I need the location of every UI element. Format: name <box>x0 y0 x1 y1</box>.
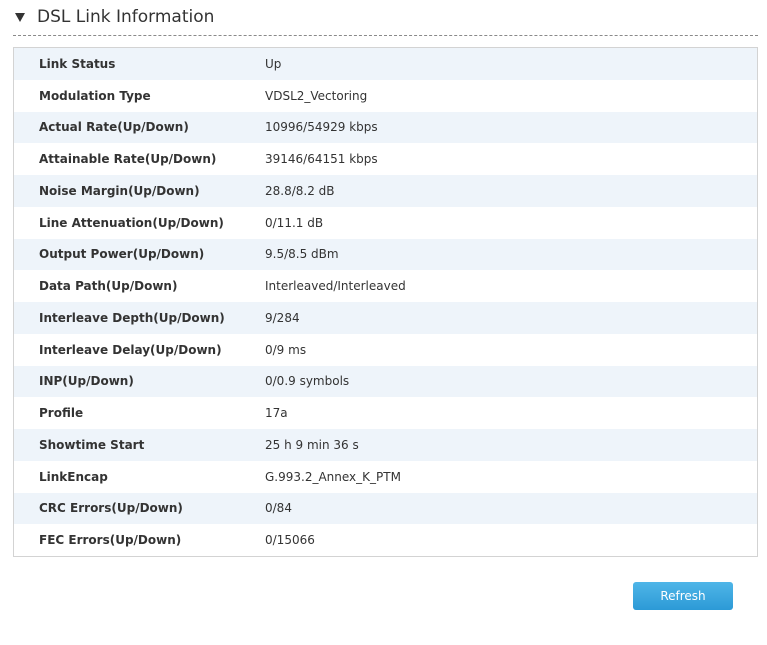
row-label: Interleave Delay(Up/Down) <box>39 342 222 357</box>
row-label: FEC Errors(Up/Down) <box>39 533 182 548</box>
row-label: Noise Margin(Up/Down) <box>39 183 200 198</box>
refresh-button[interactable]: Refresh <box>633 582 733 610</box>
row-label: Actual Rate(Up/Down) <box>39 120 189 135</box>
table-row: Showtime Start 25 h 9 min 36 s <box>14 429 757 461</box>
row-label: Link Status <box>39 56 116 71</box>
table-row: Interleave Depth(Up/Down) 9/284 <box>14 302 757 334</box>
row-value: 0/9 ms <box>265 342 307 357</box>
row-label: Line Attenuation(Up/Down) <box>39 215 224 230</box>
row-label: CRC Errors(Up/Down) <box>39 501 183 516</box>
table-row: Line Attenuation(Up/Down) 0/11.1 dB <box>14 206 757 239</box>
table-row: CRC Errors(Up/Down) 0/84 <box>14 492 757 525</box>
row-label: Output Power(Up/Down) <box>39 247 205 262</box>
row-value: 9.5/8.5 dBm <box>265 247 339 262</box>
dsl-info-table: Link Status Up Modulation Type VDSL2_Vec… <box>13 47 758 557</box>
row-value: 9/284 <box>265 310 300 325</box>
row-label: Modulation Type <box>39 88 151 103</box>
row-value: 0/15066 <box>265 533 315 548</box>
row-value: Up <box>265 56 282 71</box>
row-value: 28.8/8.2 dB <box>265 183 335 198</box>
row-value: 0/84 <box>265 501 292 516</box>
table-row: FEC Errors(Up/Down) 0/15066 <box>14 524 757 556</box>
table-row: Modulation Type VDSL2_Vectoring <box>14 79 757 112</box>
table-row: Profile 17a <box>14 397 757 429</box>
row-value: 10996/54929 kbps <box>265 120 378 135</box>
table-row: LinkEncap G.993.2_Annex_K_PTM <box>14 460 757 493</box>
row-label: INP(Up/Down) <box>39 374 134 389</box>
table-row: Data Path(Up/Down) Interleaved/Interleav… <box>14 270 757 302</box>
table-row: Link Status Up <box>14 48 757 80</box>
row-value: 25 h 9 min 36 s <box>265 437 359 452</box>
row-label: Profile <box>39 406 84 421</box>
collapse-triangle-icon[interactable] <box>15 13 25 22</box>
section-header: DSL Link Information <box>13 0 758 36</box>
row-label: LinkEncap <box>39 469 108 484</box>
row-value: 17a <box>265 406 288 421</box>
row-label: Showtime Start <box>39 437 145 452</box>
table-row: Noise Margin(Up/Down) 28.8/8.2 dB <box>14 175 757 207</box>
row-label: Attainable Rate(Up/Down) <box>39 152 217 167</box>
table-row: Interleave Delay(Up/Down) 0/9 ms <box>14 333 757 366</box>
row-label: Data Path(Up/Down) <box>39 279 178 294</box>
row-value: G.993.2_Annex_K_PTM <box>265 469 401 484</box>
row-value: 0/11.1 dB <box>265 215 324 230</box>
row-value: VDSL2_Vectoring <box>265 88 368 103</box>
table-row: Actual Rate(Up/Down) 10996/54929 kbps <box>14 111 757 144</box>
section-title: DSL Link Information <box>37 7 215 27</box>
row-label: Interleave Depth(Up/Down) <box>39 310 225 325</box>
row-value: Interleaved/Interleaved <box>265 279 406 294</box>
row-value: 0/0.9 symbols <box>265 374 350 389</box>
row-value: 39146/64151 kbps <box>265 152 378 167</box>
table-row: Attainable Rate(Up/Down) 39146/64151 kbp… <box>14 143 757 175</box>
table-row: INP(Up/Down) 0/0.9 symbols <box>14 365 757 398</box>
table-row: Output Power(Up/Down) 9.5/8.5 dBm <box>14 238 757 271</box>
